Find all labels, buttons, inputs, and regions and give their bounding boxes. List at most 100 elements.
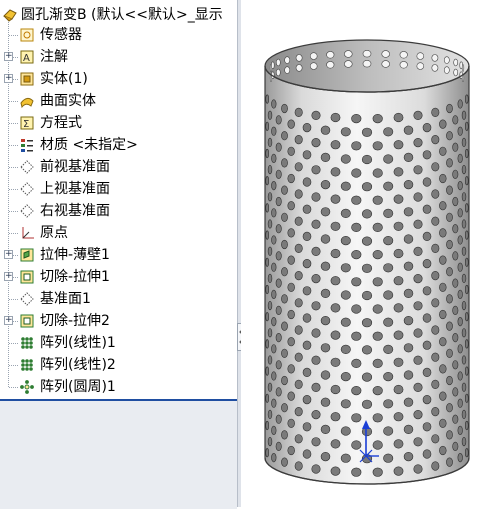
hole	[413, 192, 423, 202]
hole	[461, 437, 467, 447]
hole	[393, 466, 404, 476]
hole	[372, 222, 383, 232]
hole	[399, 51, 408, 59]
hole	[351, 277, 362, 287]
hole	[330, 466, 341, 476]
hole	[465, 393, 469, 403]
hole	[439, 146, 447, 156]
hole	[271, 453, 277, 463]
hole	[403, 180, 414, 190]
hole	[372, 304, 383, 314]
linear-pattern-icon	[21, 359, 33, 371]
hole	[311, 301, 321, 311]
plane-icon	[20, 160, 34, 174]
hole	[457, 153, 463, 163]
tree-item-label: 切除-拉伸2	[40, 313, 110, 329]
hole	[465, 94, 469, 104]
hole	[275, 305, 282, 316]
expand-toggle-icon[interactable]: +	[4, 52, 13, 61]
hole	[267, 273, 273, 284]
annotations-icon: A	[20, 50, 34, 64]
hole	[465, 312, 469, 322]
hole	[271, 317, 277, 327]
hole	[403, 261, 414, 271]
hole	[302, 449, 312, 459]
hole	[311, 382, 321, 393]
hole	[287, 364, 295, 374]
expand-toggle-icon[interactable]: +	[4, 316, 13, 325]
hole	[361, 209, 373, 219]
tree-connector	[9, 299, 18, 300]
hole	[311, 192, 321, 202]
hole	[302, 122, 312, 133]
hole	[439, 364, 447, 374]
hole	[340, 453, 351, 463]
extrude-icon	[20, 248, 34, 262]
hole	[271, 235, 277, 245]
hole	[446, 348, 453, 358]
hole	[465, 121, 469, 131]
hole	[267, 409, 273, 420]
hole	[271, 153, 277, 163]
hole	[311, 110, 321, 120]
tree-item-label: 阵列(线性)2	[40, 357, 116, 373]
hole	[351, 440, 362, 450]
hole	[413, 274, 423, 284]
hole	[330, 303, 341, 313]
tree-item-label: 原点	[40, 225, 68, 241]
hole	[281, 158, 288, 168]
perforated-cylinder-model[interactable]	[241, 0, 494, 507]
hole	[330, 384, 341, 395]
hole	[351, 413, 362, 423]
hole	[351, 195, 362, 205]
hole	[330, 276, 341, 286]
hole	[351, 331, 362, 341]
hole	[340, 317, 351, 327]
expand-toggle-icon[interactable]: +	[4, 272, 13, 281]
hole	[351, 467, 362, 477]
hole	[281, 403, 288, 413]
surface-bodies-icon	[20, 97, 34, 109]
hole	[403, 343, 414, 353]
expand-toggle-icon[interactable]: +	[4, 250, 13, 259]
hole	[281, 430, 288, 440]
hole	[413, 165, 423, 175]
hole	[302, 177, 312, 187]
hole	[362, 59, 372, 68]
hole	[457, 99, 463, 109]
tree-empty-area	[0, 399, 237, 509]
hole	[271, 398, 277, 408]
hole	[393, 276, 404, 286]
hole	[403, 370, 414, 380]
hole	[431, 189, 440, 199]
tree-item-label: 阵列(线性)1	[40, 335, 116, 351]
hole	[265, 366, 269, 376]
hole	[351, 250, 362, 260]
hole	[265, 393, 269, 403]
expand-toggle-icon[interactable]: +	[4, 74, 13, 83]
hole	[461, 137, 467, 147]
cut-extrude-icon	[20, 270, 34, 284]
hole	[330, 357, 341, 367]
hole	[431, 298, 440, 308]
hole	[446, 321, 453, 331]
hole	[275, 58, 281, 67]
graphics-viewport[interactable]	[241, 0, 494, 507]
hole	[275, 169, 282, 179]
hole	[267, 219, 273, 229]
part-icon	[3, 9, 17, 22]
hole	[452, 333, 459, 343]
hole	[446, 212, 453, 222]
hole	[439, 445, 447, 456]
hole	[431, 325, 440, 335]
hole	[372, 440, 383, 450]
tree-connector	[9, 189, 18, 190]
hole	[372, 331, 383, 341]
hole	[265, 148, 269, 159]
hole	[265, 230, 269, 240]
tree-item-label: 传感器	[40, 27, 82, 43]
tree-item-label: 实体(1)	[40, 71, 88, 87]
hole	[452, 305, 459, 316]
hole	[393, 303, 404, 313]
hole	[275, 387, 282, 397]
